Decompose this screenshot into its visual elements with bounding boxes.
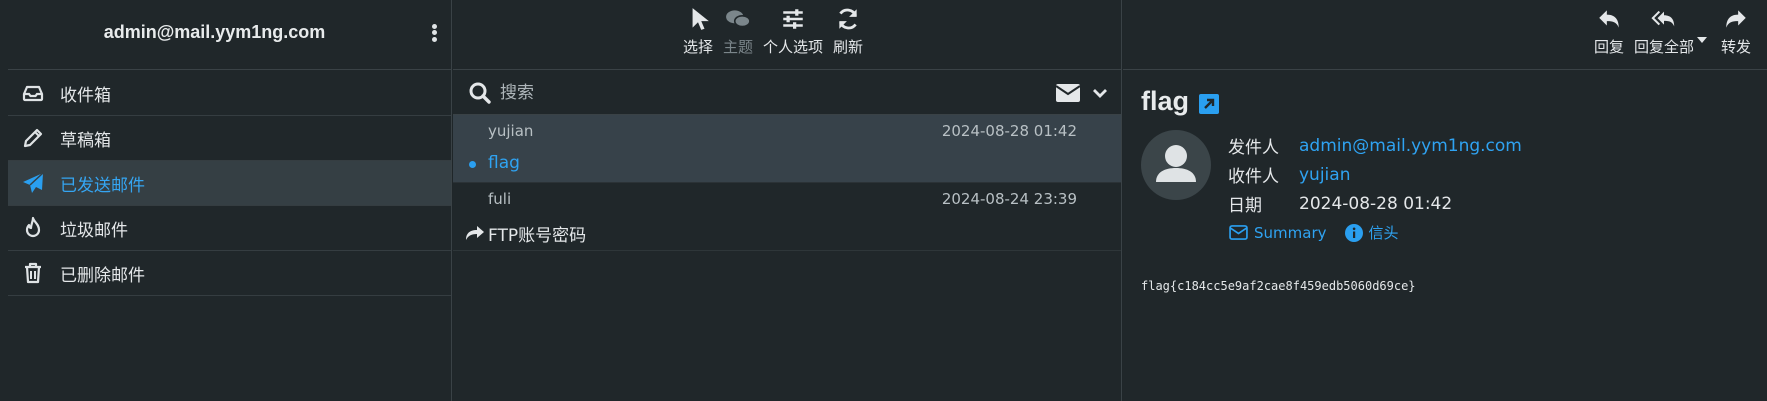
message-subject: flag: [488, 153, 520, 173]
forward-icon: [1726, 10, 1746, 28]
reply-all-icon: [1651, 10, 1675, 27]
folder-trash[interactable]: 已删除邮件: [8, 251, 451, 296]
caret-down-icon: [1697, 37, 1708, 43]
list-item[interactable]: fuli 2024-08-24 23:39 FTP账号密码: [453, 183, 1121, 251]
from-address[interactable]: admin@mail.yym1ng.com: [1299, 136, 1522, 156]
header-links: Summary 信头: [1229, 222, 1417, 243]
folder-label: 草稿箱: [60, 130, 111, 151]
fire-icon: [20, 215, 46, 241]
summary-label: Summary: [1254, 223, 1327, 242]
trash-icon: [20, 260, 46, 286]
refresh-label: 刷新: [833, 38, 864, 56]
pencil-icon: [20, 125, 46, 151]
folder-list: 收件箱 草稿箱 已发送邮件 垃圾邮件 已删除邮件: [8, 71, 451, 296]
search-icon[interactable]: [468, 81, 492, 105]
reply-icon: [1599, 10, 1619, 28]
message-headers: 发件人 admin@mail.yym1ng.com 收件人 yujian 日期 …: [1228, 131, 1522, 218]
select-label: 选择: [683, 38, 714, 56]
info-icon: [1344, 223, 1363, 242]
reply-all-label: 回复全部: [1634, 38, 1695, 56]
envelope-icon[interactable]: [1055, 83, 1081, 103]
list-item[interactable]: yujian 2024-08-28 01:42 flag: [453, 115, 1121, 183]
forward-button[interactable]: 转发: [1721, 6, 1751, 57]
threads-button[interactable]: 主题: [723, 6, 753, 57]
select-button[interactable]: 选择: [683, 6, 713, 57]
envelope-outline-icon: [1229, 225, 1248, 240]
search-input[interactable]: [500, 79, 950, 107]
to-row: 收件人 yujian: [1228, 160, 1522, 189]
date-value: 2024-08-28 01:42: [1299, 193, 1453, 214]
list-toolbar: 选择 主题 个人选项 刷新: [453, 0, 1121, 70]
cursor-icon: [692, 8, 709, 30]
headers-label: 信头: [1368, 224, 1399, 242]
from-label: 发件人: [1228, 138, 1279, 158]
sliders-icon: [783, 9, 803, 29]
unread-dot-icon: [469, 161, 476, 168]
message-title: flag: [1141, 86, 1190, 116]
reply-all-dropdown[interactable]: [1697, 28, 1708, 57]
headers-link[interactable]: 信头: [1344, 222, 1399, 243]
message-subject-row: FTP账号密码: [453, 215, 1121, 250]
folder-sent[interactable]: 已发送邮件: [8, 161, 451, 206]
comments-icon: [726, 10, 751, 28]
reply-label: 回复: [1594, 38, 1625, 56]
paper-plane-icon: [20, 170, 46, 196]
message-date: 2024-08-24 23:39: [941, 190, 1077, 208]
folder-label: 已发送邮件: [60, 175, 145, 196]
message-toolbar: 回复 回复全部 转发: [1123, 0, 1767, 70]
message-subject-row: flag: [453, 147, 1121, 182]
message-from: fuli: [488, 190, 512, 208]
date-label: 日期: [1228, 196, 1262, 216]
inbox-icon: [20, 80, 46, 106]
folder-label: 垃圾邮件: [60, 220, 128, 241]
message-subject: FTP账号密码: [488, 226, 587, 246]
account-email: admin@mail.yym1ng.com: [103, 22, 326, 42]
message-body: flag{c184cc5e9af2cae8f459edb5060d69ce}: [1141, 279, 1416, 293]
message-list: yujian 2024-08-28 01:42 flag fuli 2024-0…: [453, 115, 1121, 251]
message-from: yujian: [488, 122, 534, 140]
to-address[interactable]: yujian: [1299, 165, 1350, 185]
avatar: [1141, 130, 1211, 200]
message-view-pane: 回复 回复全部 转发 flag 发件人 admin@mail.yym1ng.co…: [1123, 0, 1767, 401]
reply-all-button[interactable]: 回复全部: [1634, 6, 1694, 57]
account-menu-button[interactable]: [430, 22, 438, 46]
forward-label: 转发: [1721, 38, 1752, 56]
date-row: 日期 2024-08-28 01:42: [1228, 189, 1522, 218]
open-in-new-window-icon[interactable]: [1199, 93, 1220, 114]
message-list-pane: 选择 主题 个人选项 刷新 yujian 2024-08-28 0: [453, 0, 1122, 401]
from-row: 发件人 admin@mail.yym1ng.com: [1228, 131, 1522, 160]
chevron-down-icon[interactable]: [1091, 84, 1109, 102]
folder-label: 已删除邮件: [60, 265, 145, 286]
account-header: admin@mail.yym1ng.com: [8, 0, 451, 70]
refresh-button[interactable]: 刷新: [833, 6, 863, 57]
message-toolbar-buttons: 回复 回复全部 转发: [1589, 6, 1756, 57]
options-button[interactable]: 个人选项: [763, 6, 823, 57]
summary-link[interactable]: Summary: [1229, 224, 1327, 242]
message-date: 2024-08-28 01:42: [941, 122, 1077, 140]
folder-pane: admin@mail.yym1ng.com 收件箱 草稿箱 已发送邮件 垃圾邮件…: [0, 0, 452, 401]
threads-label: 主题: [723, 38, 754, 56]
message-meta: fuli 2024-08-24 23:39: [453, 183, 1121, 215]
refresh-icon: [839, 8, 857, 30]
folder-junk[interactable]: 垃圾邮件: [8, 206, 451, 251]
options-label: 个人选项: [763, 38, 824, 56]
user-silhouette-icon: [1156, 145, 1196, 182]
to-label: 收件人: [1228, 167, 1279, 187]
list-toolbar-buttons: 选择 主题 个人选项 刷新: [678, 6, 868, 57]
folder-drafts[interactable]: 草稿箱: [8, 116, 451, 161]
message-meta: yujian 2024-08-28 01:42: [453, 115, 1121, 147]
folder-label: 收件箱: [60, 85, 111, 106]
message-subject-row: flag: [1141, 86, 1220, 117]
search-bar: [453, 71, 1121, 115]
folder-inbox[interactable]: 收件箱: [8, 71, 451, 116]
reply-button[interactable]: 回复: [1594, 6, 1624, 57]
forward-icon: [466, 226, 484, 240]
